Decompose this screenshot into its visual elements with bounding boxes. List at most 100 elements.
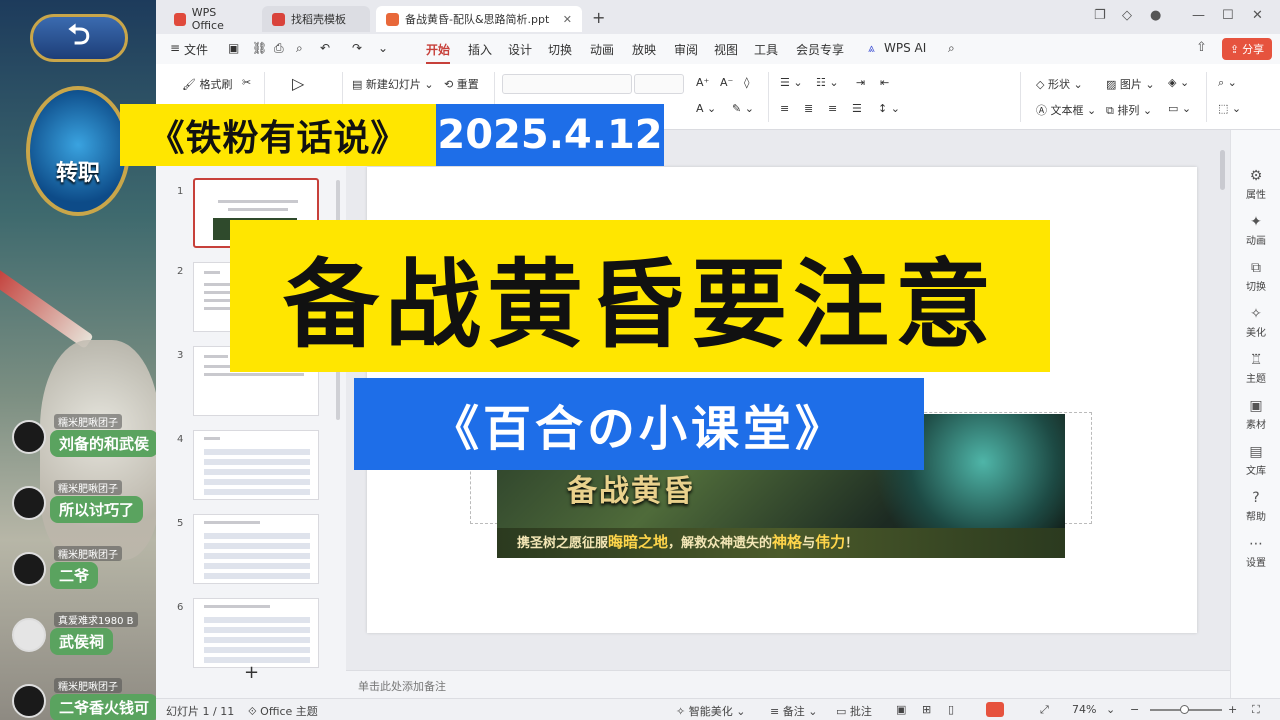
- window-close-icon[interactable]: ✕: [1252, 8, 1263, 23]
- library-icon: ▤: [1249, 444, 1263, 460]
- cut-icon[interactable]: ✂: [242, 76, 251, 89]
- fullscreen-icon[interactable]: ⛶: [1252, 703, 1260, 717]
- user-avatar-icon[interactable]: ●: [1150, 8, 1161, 23]
- window-restore-icon[interactable]: ❐: [1094, 8, 1106, 23]
- numbered-list-icon[interactable]: ☷ ⌄: [816, 76, 839, 89]
- menu-slideshow[interactable]: 放映: [632, 41, 656, 58]
- back-button[interactable]: ⮌: [30, 14, 128, 62]
- decrease-font-icon[interactable]: A⁻: [720, 76, 733, 89]
- menu-insert[interactable]: 插入: [468, 41, 492, 58]
- new-tab-button[interactable]: +: [592, 8, 605, 27]
- find-icon[interactable]: ⌕ ⌄: [1218, 76, 1237, 90]
- menu-wps-ai[interactable]: WPS AI: [884, 41, 926, 55]
- arrange-button[interactable]: ⧉ 排列 ⌄: [1106, 102, 1152, 118]
- shape-button[interactable]: ◇ 形状 ⌄: [1036, 76, 1083, 92]
- cloud-upload-icon[interactable]: ⇧: [1196, 40, 1207, 55]
- menu-hamburger-icon[interactable]: ≡: [170, 41, 180, 55]
- sorter-view-icon[interactable]: ⊞: [922, 703, 931, 716]
- sidebar-item-library[interactable]: ▤ 文库: [1231, 444, 1280, 477]
- notes-button[interactable]: ≡ 备注 ⌄: [770, 703, 817, 719]
- share-button[interactable]: ⇪ 分享: [1222, 38, 1272, 60]
- menu-animation[interactable]: 动画: [590, 41, 614, 58]
- menu-member[interactable]: 会员专享: [796, 41, 844, 58]
- maximize-icon[interactable]: ☐: [1222, 8, 1234, 23]
- outdent-icon[interactable]: ⇤: [880, 76, 889, 89]
- reset-button[interactable]: ⟲ 重置: [444, 76, 479, 92]
- smart-beautify-button[interactable]: ✧ 智能美化 ⌄: [676, 703, 745, 719]
- fit-window-icon[interactable]: ⤢: [1040, 703, 1049, 717]
- format-painter-button[interactable]: 🖌 格式刷: [182, 76, 232, 92]
- more-chevron-icon[interactable]: ⌄: [378, 41, 388, 55]
- font-color-icon[interactable]: A ⌄: [696, 102, 716, 115]
- fill-icon[interactable]: ◈ ⌄: [1168, 76, 1189, 89]
- normal-view-icon[interactable]: ▣: [896, 703, 906, 716]
- select-icon[interactable]: ⬚ ⌄: [1218, 102, 1241, 115]
- slide-thumbnail[interactable]: [193, 514, 319, 584]
- sidebar-item-theme[interactable]: ♖ 主题: [1231, 352, 1280, 385]
- redo-icon[interactable]: ↷: [352, 41, 362, 55]
- job-change-badge[interactable]: 转职: [26, 86, 130, 216]
- bullet-list-icon[interactable]: ☰ ⌄: [780, 76, 803, 89]
- highlight-icon[interactable]: ✎ ⌄: [732, 102, 754, 115]
- sidebar-item-assets[interactable]: ▣ 素材: [1231, 398, 1280, 431]
- canvas-scrollbar[interactable]: [1220, 150, 1225, 190]
- sidebar-item-settings[interactable]: ⋯ 设置: [1231, 536, 1280, 569]
- preview-icon[interactable]: ⌕: [296, 41, 303, 56]
- close-icon[interactable]: ✕: [563, 13, 572, 26]
- print-icon[interactable]: ⎙: [274, 41, 284, 56]
- slide-thumbnail[interactable]: [193, 430, 319, 500]
- sidebar-item-transition[interactable]: ⧉ 切换: [1231, 260, 1280, 293]
- increase-font-icon[interactable]: A⁺: [696, 76, 709, 89]
- zoom-in-icon[interactable]: +: [1228, 703, 1237, 716]
- theme-button[interactable]: ⟐ Office 主题: [248, 703, 318, 719]
- add-slide-button[interactable]: +: [244, 662, 259, 683]
- sidebar-item-animation[interactable]: ✦ 动画: [1231, 214, 1280, 247]
- zoom-dropdown-icon[interactable]: ⌄: [1106, 703, 1115, 716]
- save-icon[interactable]: ▣: [228, 41, 239, 55]
- outline-icon[interactable]: ▭ ⌄: [1168, 102, 1191, 115]
- align-left-icon[interactable]: ≡: [780, 102, 789, 115]
- slide-thumbnail[interactable]: [193, 598, 319, 668]
- undo-icon[interactable]: ↶: [320, 41, 330, 55]
- indent-icon[interactable]: ⇥: [856, 76, 865, 89]
- menu-file[interactable]: 文件: [184, 41, 208, 58]
- menu-review[interactable]: 审阅: [674, 41, 698, 58]
- clear-format-icon[interactable]: ◊: [744, 76, 749, 89]
- justify-icon[interactable]: ☰: [852, 102, 862, 115]
- sidebar-item-properties[interactable]: ⚙ 属性: [1231, 168, 1280, 201]
- minimize-icon[interactable]: —: [1192, 8, 1205, 23]
- picture-button[interactable]: ▨ 图片 ⌄: [1106, 76, 1155, 92]
- textbox-button[interactable]: Ⓐ 文本框 ⌄: [1036, 102, 1096, 118]
- reading-view-icon[interactable]: ▯: [948, 703, 954, 716]
- comment-button[interactable]: ▭ 批注: [836, 703, 872, 719]
- new-slide-button[interactable]: ▤ 新建幻灯片 ⌄: [352, 76, 434, 92]
- slideshow-play-button[interactable]: [986, 702, 1004, 717]
- zoom-out-icon[interactable]: −: [1130, 703, 1139, 716]
- cube-icon[interactable]: ◇: [1122, 8, 1132, 23]
- zoom-slider-handle[interactable]: [1180, 705, 1189, 714]
- font-family-select[interactable]: [502, 74, 632, 94]
- tab-wps-office[interactable]: WPS Office: [164, 6, 256, 32]
- notes-pane[interactable]: 单击此处添加备注: [346, 670, 1230, 698]
- sidebar-item-beautify[interactable]: ✧ 美化: [1231, 306, 1280, 339]
- series-title-caption: 《铁粉有话说》: [120, 104, 436, 166]
- tab-template[interactable]: 找稻壳模板: [262, 6, 370, 32]
- line-spacing-icon[interactable]: ↕ ⌄: [878, 102, 900, 115]
- menu-tools[interactable]: 工具: [754, 41, 778, 58]
- zoom-level[interactable]: 74%: [1072, 703, 1096, 716]
- sidebar-item-help[interactable]: ? 帮助: [1231, 490, 1280, 523]
- align-center-icon[interactable]: ≣: [804, 102, 813, 115]
- play-from-start-icon[interactable]: ▷: [292, 74, 304, 93]
- link-icon[interactable]: ⛓: [252, 41, 267, 55]
- font-size-select[interactable]: [634, 74, 684, 94]
- arrange-label: 排列: [1117, 104, 1140, 117]
- align-right-icon[interactable]: ≡: [828, 102, 837, 115]
- search-icon[interactable]: ⌕: [948, 41, 955, 56]
- menu-view[interactable]: 视图: [714, 41, 738, 58]
- menu-design[interactable]: 设计: [508, 41, 532, 58]
- menu-home[interactable]: 开始: [426, 41, 451, 64]
- tab-document[interactable]: 备战黄昏-配队&思路简析.ppt ✕: [376, 6, 582, 32]
- menu-transition[interactable]: 切换: [548, 41, 572, 58]
- banner-slogan: 携圣树之愿征服晦暗之地，解救众神遗失的神格与伟力！: [517, 531, 858, 552]
- wps-ai-icon: ⩓: [868, 41, 875, 55]
